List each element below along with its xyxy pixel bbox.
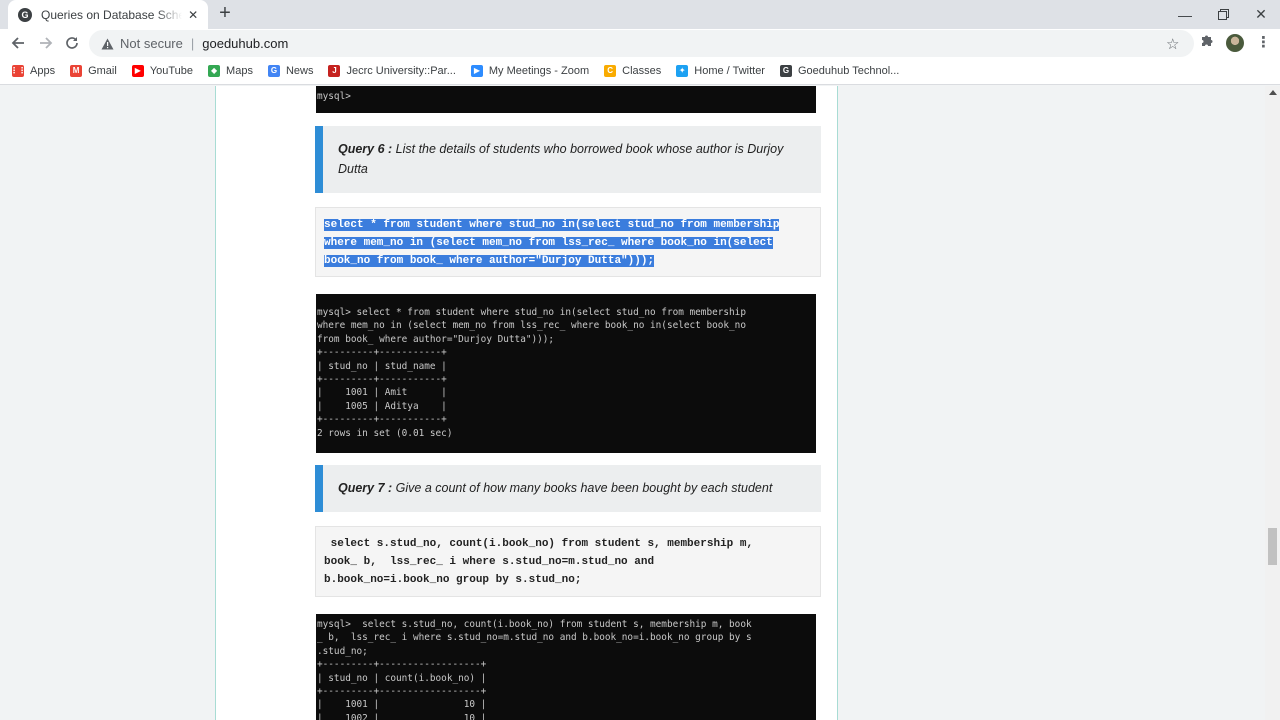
query-7-box: Query 7 : Give a count of how many books… xyxy=(315,465,821,512)
scroll-up-arrow-icon[interactable] xyxy=(1269,90,1277,95)
terminal-screenshot-prev: mysql> xyxy=(316,86,816,113)
bookmark-gmail[interactable]: M Gmail xyxy=(70,64,117,77)
bookmark-news[interactable]: G News xyxy=(267,64,314,77)
menu-kebab-icon[interactable]: ⋮ xyxy=(1256,33,1271,51)
article-content: mysql> Query 6 : List the details of stu… xyxy=(215,86,838,720)
classroom-icon: C xyxy=(604,64,617,77)
forward-arrow-icon xyxy=(40,37,53,49)
terminal-screenshot-query-7: mysql> select s.stud_no, count(i.book_no… xyxy=(316,614,816,720)
back-arrow-icon xyxy=(11,37,24,49)
bookmark-classroom[interactable]: C Classes xyxy=(604,64,662,77)
extensions-puzzle-icon[interactable] xyxy=(1200,33,1214,50)
back-button[interactable] xyxy=(8,33,28,53)
query-7-text: Give a count of how many books have been… xyxy=(392,481,773,495)
bookmark-label: Goeduhub Technol... xyxy=(797,64,900,77)
bookmark-label: Apps xyxy=(30,64,56,77)
reload-button[interactable] xyxy=(62,33,82,53)
reload-icon xyxy=(66,37,78,49)
query-6-label: Query 6 : xyxy=(338,142,393,156)
new-tab-button[interactable]: + xyxy=(215,3,235,24)
security-status[interactable]: Not secure xyxy=(120,36,183,51)
close-window-button[interactable]: ✕ xyxy=(1242,0,1280,29)
bookmarks-bar: ⋮⋮ Apps M Gmail ▶ YouTube ◆ Maps G News J Jecrc Uni… xyxy=(0,57,1280,85)
bookmark-label: Gmail xyxy=(88,64,117,77)
bookmark-jecrc[interactable]: J Jecrc University::Par... xyxy=(328,64,456,77)
tab-title: Queries on Database Schema for xyxy=(41,7,183,22)
restore-button[interactable] xyxy=(1204,0,1242,29)
news-icon: G xyxy=(267,64,280,77)
query-7-label: Query 7 : xyxy=(338,481,393,495)
query-7-code-block[interactable]: select s.stud_no, count(i.book_no) from … xyxy=(315,526,821,597)
url-separator: | xyxy=(190,36,195,51)
goeduhub-icon: G xyxy=(779,64,792,77)
tab-strip: G Queries on Database Schema for ✕ + — ✕ xyxy=(0,0,1280,29)
bookmark-label: News xyxy=(285,64,314,77)
bookmark-label: Classes xyxy=(622,64,662,77)
browser-toolbar: Not secure | goeduhub.com ☆ xyxy=(0,29,1280,57)
apps-grid-icon: ⋮⋮ xyxy=(10,64,26,77)
bookmark-label: Jecrc University::Par... xyxy=(346,64,456,77)
warning-icon[interactable] xyxy=(100,37,114,51)
bookmark-label: My Meetings - Zoom xyxy=(488,64,590,77)
bookmark-twitter[interactable]: ✦ Home / Twitter xyxy=(676,64,765,77)
goeduhub-favicon-icon: G xyxy=(18,7,32,22)
bookmark-maps[interactable]: ◆ Maps xyxy=(208,64,253,77)
query-6-box: Query 6 : List the details of students w… xyxy=(315,126,821,193)
query-6-code-block[interactable]: select * from student where stud_no in(s… xyxy=(315,207,821,277)
bookmark-label: Maps xyxy=(226,64,253,77)
page-scrollbar[interactable] xyxy=(1265,86,1280,720)
bookmark-goeduhub[interactable]: G Goeduhub Technol... xyxy=(779,64,900,77)
zoom-icon: ▶ xyxy=(470,64,483,77)
code-6-line-2: where mem_no in (select mem_no from lss_… xyxy=(324,237,773,249)
bookmark-youtube[interactable]: ▶ YouTube xyxy=(131,64,194,77)
twitter-icon: ✦ xyxy=(676,64,689,77)
bookmark-label: Home / Twitter xyxy=(694,64,765,77)
terminal-screenshot-query-6: mysql> select * from student where stud_… xyxy=(316,294,816,453)
minimize-button[interactable]: — xyxy=(1166,0,1204,29)
bookmark-apps-grid[interactable]: ⋮⋮ Apps xyxy=(10,64,56,77)
code-6-line-3: book_no from book_ where author="Durjoy … xyxy=(324,255,655,267)
url-text[interactable]: goeduhub.com xyxy=(202,36,288,51)
page-viewport: mysql> Query 6 : List the details of stu… xyxy=(0,86,1265,720)
forward-button[interactable] xyxy=(36,33,56,53)
code-6-line-1: select * from student where stud_no in(s… xyxy=(324,219,780,231)
gmail-icon: M xyxy=(70,64,83,77)
query-6-text: List the details of students who borrowe… xyxy=(338,142,784,176)
browser-tab[interactable]: G Queries on Database Schema for ✕ xyxy=(8,0,208,29)
restore-icon xyxy=(1217,9,1229,20)
scrollbar-thumb[interactable] xyxy=(1268,528,1277,565)
jecrc-icon: J xyxy=(328,64,341,77)
profile-avatar[interactable] xyxy=(1226,34,1244,52)
maps-icon: ◆ xyxy=(208,64,221,77)
close-tab-icon[interactable]: ✕ xyxy=(186,8,200,22)
bookmark-star-icon[interactable]: ☆ xyxy=(1166,35,1179,53)
address-bar[interactable]: Not secure | goeduhub.com ☆ xyxy=(89,30,1194,57)
youtube-icon: ▶ xyxy=(131,64,144,77)
bookmark-zoom[interactable]: ▶ My Meetings - Zoom xyxy=(470,64,590,77)
bookmark-label: YouTube xyxy=(149,64,194,77)
